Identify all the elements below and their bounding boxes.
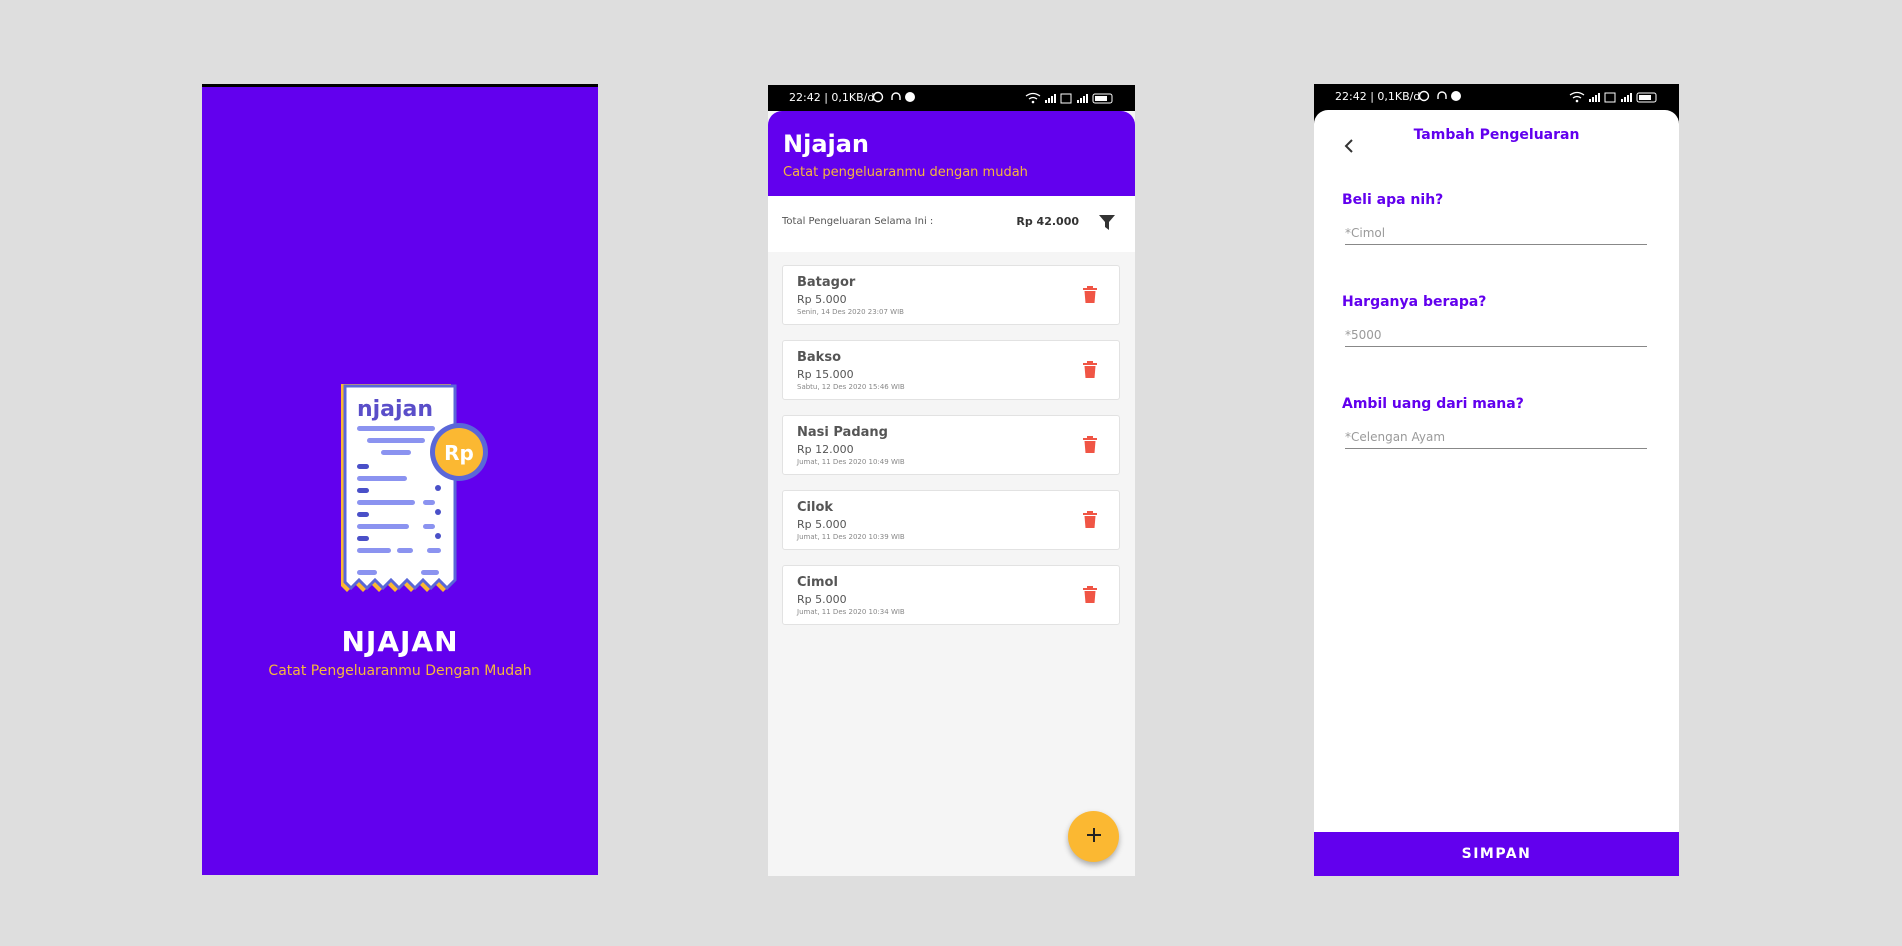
status-mini-icons [872,91,916,106]
status-time: 22:42 | 0,1KB/d [1335,90,1421,103]
money-source-input[interactable] [1345,426,1647,449]
status-time: 22:42 | 0,1KB/d [789,91,875,104]
expense-card[interactable]: Nasi Padang Rp 12.000 Jumat, 11 Des 2020… [782,415,1120,475]
status-right-icons [1025,92,1115,104]
status-bar: 22:42 | 0,1KB/d [1314,84,1679,110]
expense-name: Cimol [797,575,838,590]
splash-screen: njajan Rp NJAJAN Catat Pengeluaranmu Den… [202,84,598,875]
expense-list-screen: 22:42 | 0,1KB/d Njajan Catat pengeluaran… [768,85,1135,876]
expense-name: Batagor [797,275,856,290]
save-button[interactable]: SIMPAN [1314,832,1679,876]
form-sheet: Tambah Pengeluaran Beli apa nih? Hargany… [1314,110,1679,876]
expense-price: Rp 5.000 [797,593,847,606]
delete-icon[interactable] [1083,286,1097,307]
expense-card[interactable]: Bakso Rp 15.000 Sabtu, 12 Des 2020 15:46… [782,340,1120,400]
app-tagline: Catat Pengeluaranmu Dengan Mudah [268,663,532,679]
expense-card[interactable]: Cilok Rp 5.000 Jumat, 11 Des 2020 10:39 … [782,490,1120,550]
item-name-label: Beli apa nih? [1342,192,1444,208]
expense-price: Rp 12.000 [797,443,854,456]
expense-date: Sabtu, 12 Des 2020 15:46 WIB [797,383,905,391]
expense-name: Nasi Padang [797,425,888,440]
expense-date: Jumat, 11 Des 2020 10:39 WIB [797,533,905,541]
filter-icon[interactable] [1098,214,1116,235]
total-summary: Total Pengeluaran Selama Ini : Rp 42.000 [768,196,1135,252]
expense-name: Bakso [797,350,841,365]
expense-price: Rp 5.000 [797,518,847,531]
delete-icon[interactable] [1083,436,1097,457]
plus-icon [1086,827,1102,847]
page-subtitle: Catat pengeluaranmu dengan mudah [783,165,1028,180]
item-name-input[interactable] [1345,222,1647,245]
total-value: Rp 42.000 [1016,215,1079,228]
delete-icon[interactable] [1083,361,1097,382]
expense-name: Cilok [797,500,834,515]
expense-date: Jumat, 11 Des 2020 10:49 WIB [797,458,905,466]
page-title: Njajan [783,130,870,158]
expense-date: Jumat, 11 Des 2020 10:34 WIB [797,608,905,616]
app-name: NJAJAN [341,625,459,658]
splash-notch [202,84,598,87]
price-input[interactable] [1345,324,1647,347]
expense-price: Rp 15.000 [797,368,854,381]
expense-price: Rp 5.000 [797,293,847,306]
expense-card[interactable]: Cimol Rp 5.000 Jumat, 11 Des 2020 10:34 … [782,565,1120,625]
form-title: Tambah Pengeluaran [1413,127,1580,143]
delete-icon[interactable] [1083,511,1097,532]
add-expense-screen: 22:42 | 0,1KB/d Tambah Pengeluaran Beli … [1314,84,1679,876]
app-header: Njajan Catat pengeluaranmu dengan mudah [768,111,1135,196]
receipt-logo-icon: njajan Rp [335,380,491,606]
delete-icon[interactable] [1083,586,1097,607]
expense-date: Senin, 14 Des 2020 23:07 WIB [797,308,904,316]
expense-card[interactable]: Batagor Rp 5.000 Senin, 14 Des 2020 23:0… [782,265,1120,325]
price-label: Harganya berapa? [1342,294,1487,310]
status-bar: 22:42 | 0,1KB/d [768,85,1135,111]
status-mini-icons [1418,90,1462,105]
total-label: Total Pengeluaran Selama Ini : [782,216,934,227]
status-right-icons [1569,91,1659,103]
svg-text:Rp: Rp [444,441,474,465]
add-expense-button[interactable] [1068,811,1119,862]
svg-text:njajan: njajan [357,397,433,422]
source-label: Ambil uang dari mana? [1342,396,1524,412]
